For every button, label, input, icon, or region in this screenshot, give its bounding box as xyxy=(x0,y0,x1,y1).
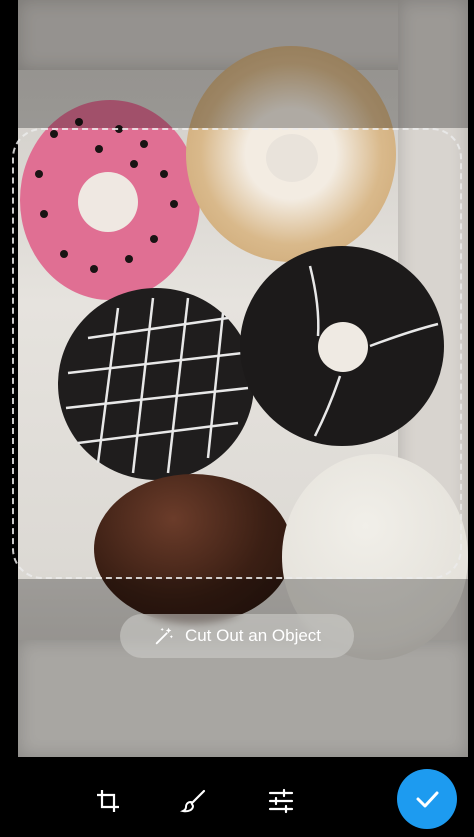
done-button[interactable] xyxy=(397,769,457,829)
brush-icon xyxy=(179,789,206,813)
adjust-sliders-icon xyxy=(268,788,294,814)
crop-dim-top xyxy=(18,0,468,128)
crop-frame[interactable] xyxy=(12,128,462,579)
magic-wand-icon xyxy=(155,627,173,645)
cut-out-object-button[interactable]: Cut Out an Object xyxy=(120,614,354,658)
crop-button[interactable] xyxy=(94,787,122,815)
draw-button[interactable] xyxy=(179,787,208,815)
checkmark-icon xyxy=(416,791,439,808)
crop-dim-bottom xyxy=(18,579,468,757)
cut-out-object-label: Cut Out an Object xyxy=(184,626,322,645)
crop-icon xyxy=(97,790,119,812)
adjust-button[interactable] xyxy=(267,787,295,815)
